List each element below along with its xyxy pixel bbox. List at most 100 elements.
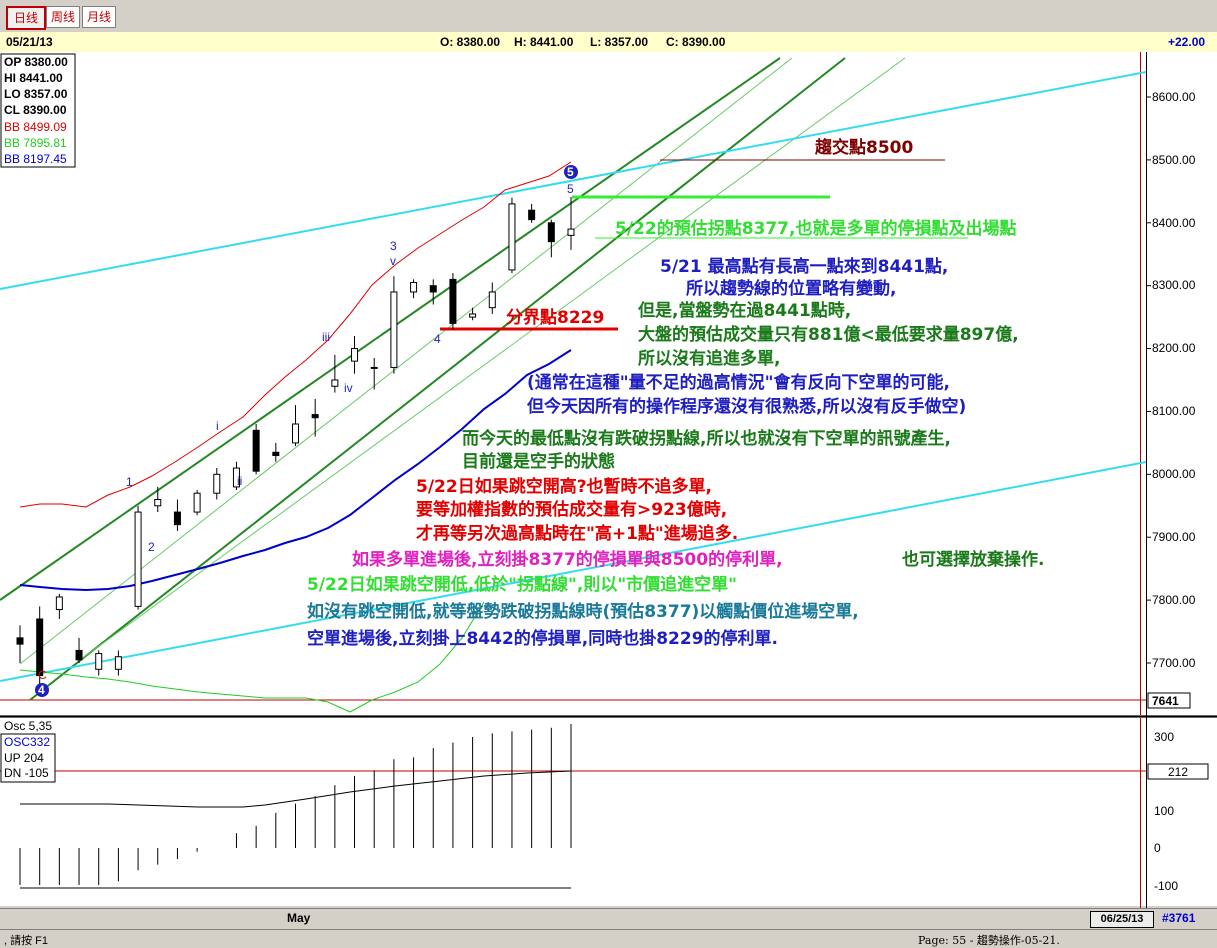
status-page: Page: 55 - 趨勢操作-05-21. (918, 934, 1060, 947)
candle-body (331, 379, 339, 387)
candle-body (508, 203, 516, 271)
legend-bb-upper: BB 8499.09 (4, 120, 67, 134)
candle-body (95, 653, 103, 670)
price-tick: 8200.00 (1152, 341, 1196, 355)
osc-tick: 300 (1154, 730, 1174, 744)
annot-16: 也可選擇放棄操作. (902, 549, 1044, 570)
annot-11: 目前還是空手的狀態 (462, 451, 615, 472)
timeframe-tabs: 日线 周线 月线 (0, 0, 1217, 33)
candle-body (449, 278, 457, 324)
wave-label-2: 2 (148, 540, 155, 554)
status-help: , 請按 F1 (4, 935, 49, 947)
legend-hi: HI 8441.00 (4, 71, 63, 85)
high-value: H: 8441.00 (514, 35, 574, 49)
annot-4: 分界點8229 (506, 307, 604, 328)
annot-10: 而今天的最低點沒有跌破拐點線,所以也就沒有下空單的訊號產生, (462, 428, 951, 449)
osc-marker-value: 212 (1168, 765, 1188, 779)
open-value: O: 8380.00 (440, 35, 501, 49)
annot-18: 如沒有跳空開低,就等盤勢跌破拐點線時(預估8377)以觸點價位進場空單, (307, 601, 859, 622)
candle-body (410, 282, 418, 293)
annot-9: 但今天因所有的操作程序還沒有很熟悉,所以沒有反手做空) (527, 396, 966, 417)
osc-tick: 0 (1154, 841, 1161, 855)
annot-17: 5/22日如果跳空開低,低於"拐點線",則以"市價追進空單" (307, 574, 737, 595)
chart-area[interactable]: C 4 1 2 i ii iii iv 3 v 4 5 5 趨交點8500 5/… (0, 52, 1217, 908)
tab-weekly[interactable]: 周线 (46, 6, 80, 28)
candle-body (469, 313, 477, 318)
low-value: L: 8357.00 (590, 35, 649, 49)
close-value: C: 8390.00 (666, 35, 726, 49)
candle-body (370, 366, 378, 369)
osc-panel (0, 718, 1146, 906)
candle-body (292, 423, 299, 444)
price-tick: 7800.00 (1152, 593, 1196, 607)
legend-bb-lower: BB 7895.81 (4, 136, 67, 150)
price-axis-panel (1146, 52, 1217, 715)
wave-label-iii: iii (322, 330, 330, 344)
annot-13: 要等加權指數的預估成交量有>923億時, (416, 499, 727, 520)
tab-daily[interactable]: 日线 (6, 6, 46, 30)
annot-19: 空單進場後,立刻掛上8442的停損單,同時也掛8229的停利單. (307, 628, 778, 649)
annot-1: 5/22的預估拐點8377,也就是多單的停損點及出場點 (615, 218, 1016, 239)
candle-body (213, 473, 221, 494)
wave-label-5a: 5 (567, 165, 574, 179)
wave-label-iv: iv (344, 381, 353, 395)
price-last: 7641 (1152, 694, 1179, 708)
end-date-button[interactable]: 06/25/13 (1090, 911, 1154, 928)
candle-body (429, 285, 437, 293)
ohlc-info-bar: 05/21/13 O: 8380.00 H: 8441.00 L: 8357.0… (0, 32, 1217, 53)
wave-label-i: i (216, 419, 219, 433)
osc-legend-name: OSC332 (4, 735, 50, 749)
bar-date: 05/21/13 (6, 35, 53, 49)
annot-14: 才再等另次過高點時在"高+1點"進場追多. (416, 523, 738, 544)
price-tick: 7900.00 (1152, 530, 1196, 544)
candle-body (75, 649, 83, 661)
annot-15: 如果多單進場後,立刻掛8377的停損單與8500的停利單, (352, 549, 783, 570)
wave-label-c: C (38, 668, 47, 682)
price-legend: OP 8380.00 HI 8441.00 LO 8357.00 CL 8390… (0, 53, 76, 168)
candle-body (390, 291, 398, 368)
annot-8: (通常在這種"量不足的過高情況"會有反向下空單的可能, (527, 372, 950, 393)
month-label: May (287, 911, 311, 925)
price-tick: 8300.00 (1152, 278, 1196, 292)
legend-cl: CL 8390.00 (4, 103, 67, 117)
osc-tick: -100 (1154, 879, 1178, 893)
wave-label-ii: ii (237, 474, 242, 488)
price-tick: 8500.00 (1152, 153, 1196, 167)
candle-body (547, 222, 555, 243)
candle-body (55, 596, 63, 611)
candle-body (311, 414, 319, 419)
legend-lo: LO 8357.00 (4, 87, 68, 101)
candle-body (252, 429, 260, 472)
change-value: +22.00 (1168, 35, 1206, 49)
osc-legend-dn: DN -105 (4, 766, 49, 780)
osc-legend: Osc 5,35 OSC332 UP 204 DN -105 (0, 719, 56, 783)
wave-label-v: v (390, 254, 396, 268)
candle-body (114, 656, 122, 670)
candle-body (173, 511, 181, 526)
candle-body (567, 228, 575, 236)
candle-body (488, 291, 496, 309)
osc-tick: 100 (1154, 804, 1174, 818)
annot-12: 5/22日如果跳空開高?也暫時不追多單, (416, 476, 712, 497)
osc-legend-title: Osc 5,35 (4, 719, 52, 733)
annot-6: 大盤的預估成交量只有881億<最低要求量897億, (638, 324, 1019, 345)
record-id: #3761 (1162, 911, 1196, 925)
annot-0: 趨交點8500 (814, 137, 913, 158)
status-bar: , 請按 F1 Page: 55 - 趨勢操作-05-21. (0, 929, 1217, 948)
price-tick: 8000.00 (1152, 467, 1196, 481)
candle-body (134, 511, 142, 607)
legend-op: OP 8380.00 (4, 55, 68, 69)
price-tick: 8600.00 (1152, 90, 1196, 104)
tab-monthly[interactable]: 月线 (82, 6, 116, 28)
candle-body (528, 209, 536, 221)
annot-7: 所以沒有追進多單, (638, 348, 780, 369)
wave-label-4a: 4 (38, 683, 45, 697)
price-tick: 8100.00 (1152, 404, 1196, 418)
wave-label-3: 3 (390, 239, 397, 253)
osc-legend-up: UP 204 (4, 751, 44, 765)
price-tick: 7700.00 (1152, 656, 1196, 670)
candle-body (351, 348, 359, 362)
candle-body (16, 637, 24, 645)
annot-3: 所以趨勢線的位置略有變動, (686, 278, 896, 299)
wave-label-5b: 5 (567, 182, 574, 196)
